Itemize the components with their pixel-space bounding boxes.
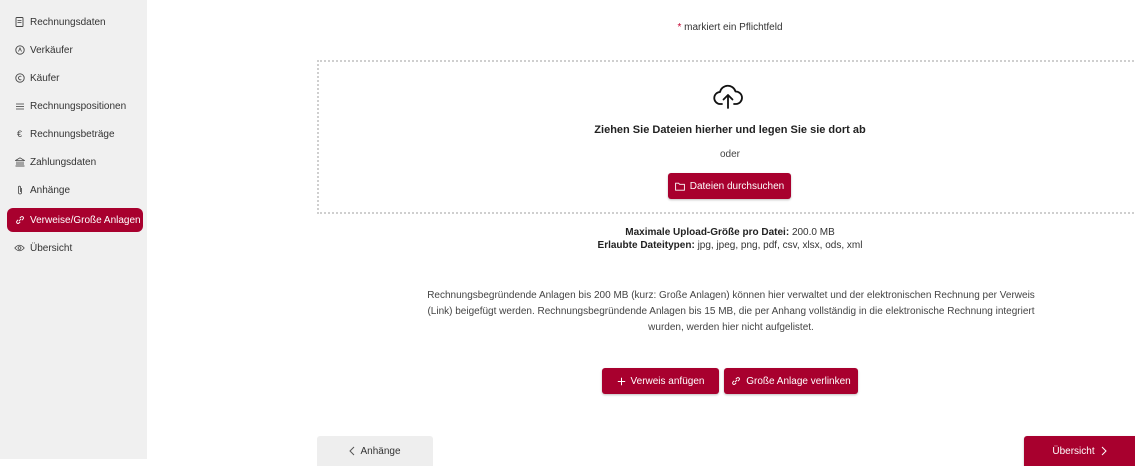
next-label: Übersicht [1052, 445, 1095, 457]
description-line: Rechnungsbegründende Anlagen bis 200 MB … [427, 290, 1035, 301]
sidebar-item-label: Rechnungsbeträge [30, 128, 115, 140]
sidebar-item-label: Verkäufer [30, 44, 73, 56]
required-text: markiert ein Pflichtfeld [684, 22, 783, 33]
dropzone-or: oder [719, 149, 740, 160]
sidebar-item-label: Rechnungspositionen [30, 100, 127, 112]
add-reference-button[interactable]: Verweis anfügen [602, 368, 719, 394]
buyer-icon [14, 73, 25, 83]
bank-icon [14, 157, 25, 167]
link-large-attachment-button[interactable]: Große Anlage verlinken [724, 368, 858, 394]
required-star: * [677, 22, 682, 33]
dropzone-title: Ziehen Sie Dateien hierher und legen Sie… [594, 124, 866, 136]
link-icon [732, 377, 741, 385]
sidebar-item-verkaeufer[interactable]: Verkäufer [7, 38, 143, 62]
attachment-description: Rechnungsbegründende Anlagen bis 200 MB … [383, 288, 1079, 336]
paperclip-icon [14, 185, 25, 195]
sidebar-item-rechnungspositionen[interactable]: Rechnungspositionen [7, 94, 143, 118]
sidebar-item-kaeufer[interactable]: Käufer [7, 66, 143, 90]
folder-icon [674, 182, 685, 191]
sidebar-item-rechnungsbetraege[interactable]: € Rechnungsbeträge [7, 122, 143, 146]
eye-icon [14, 244, 25, 252]
file-types-value: jpg, jpeg, png, pdf, csv, xlsx, ods, xml [697, 240, 863, 251]
sidebar-item-verweise[interactable]: Verweise/Große Anlagen [7, 208, 143, 232]
sidebar-item-zahlungsdaten[interactable]: Zahlungsdaten [7, 150, 143, 174]
document-icon [14, 17, 25, 27]
max-size-value: 200.0 MB [791, 227, 835, 238]
seller-icon [14, 45, 25, 55]
chevron-left-icon [349, 446, 355, 456]
link-large-attachment-label: Große Anlage verlinken [746, 375, 851, 387]
sidebar-item-label: Verweise/Große Anlagen [30, 214, 141, 226]
next-button[interactable]: Übersicht [1024, 436, 1135, 466]
browse-files-button[interactable]: Dateien durchsuchen [668, 173, 791, 199]
file-types-label: Erlaubte Dateitypen: [597, 240, 695, 251]
back-button[interactable]: Anhänge [317, 436, 433, 466]
euro-icon: € [16, 129, 22, 139]
sidebar-item-anhaenge[interactable]: Anhänge [7, 178, 143, 202]
sidebar-item-label: Zahlungsdaten [30, 156, 97, 168]
sidebar-item-label: Übersicht [30, 242, 73, 254]
sidebar-item-label: Käufer [30, 72, 60, 84]
sidebar-item-rechnungsdaten[interactable]: Rechnungsdaten [7, 10, 143, 34]
description-line: wurden, werden hier nicht aufgelistet. [648, 322, 814, 333]
link-icon [14, 215, 25, 225]
sidebar: Rechnungsdaten Verkäufer Käufer Rechnung… [0, 0, 147, 459]
upload-limits: Maximale Upload-Größe pro Datei: 200.0 M… [530, 226, 930, 252]
sidebar-item-label: Anhänge [30, 184, 71, 196]
back-label: Anhänge [360, 445, 401, 457]
chevron-right-icon [1101, 446, 1107, 456]
cloud-upload-icon [713, 84, 743, 109]
browse-files-label: Dateien durchsuchen [689, 180, 785, 192]
list-icon [14, 102, 25, 111]
description-line: (Link) beigefügt werden. Rechnungsbegrün… [427, 306, 1035, 317]
add-reference-label: Verweis anfügen [630, 375, 705, 387]
plus-icon [617, 377, 625, 385]
sidebar-item-uebersicht[interactable]: Übersicht [7, 236, 143, 260]
sidebar-item-label: Rechnungsdaten [30, 16, 106, 28]
required-field-note: * markiert ein Pflichtfeld [640, 22, 820, 33]
max-size-label: Maximale Upload-Größe pro Datei: [625, 227, 790, 238]
